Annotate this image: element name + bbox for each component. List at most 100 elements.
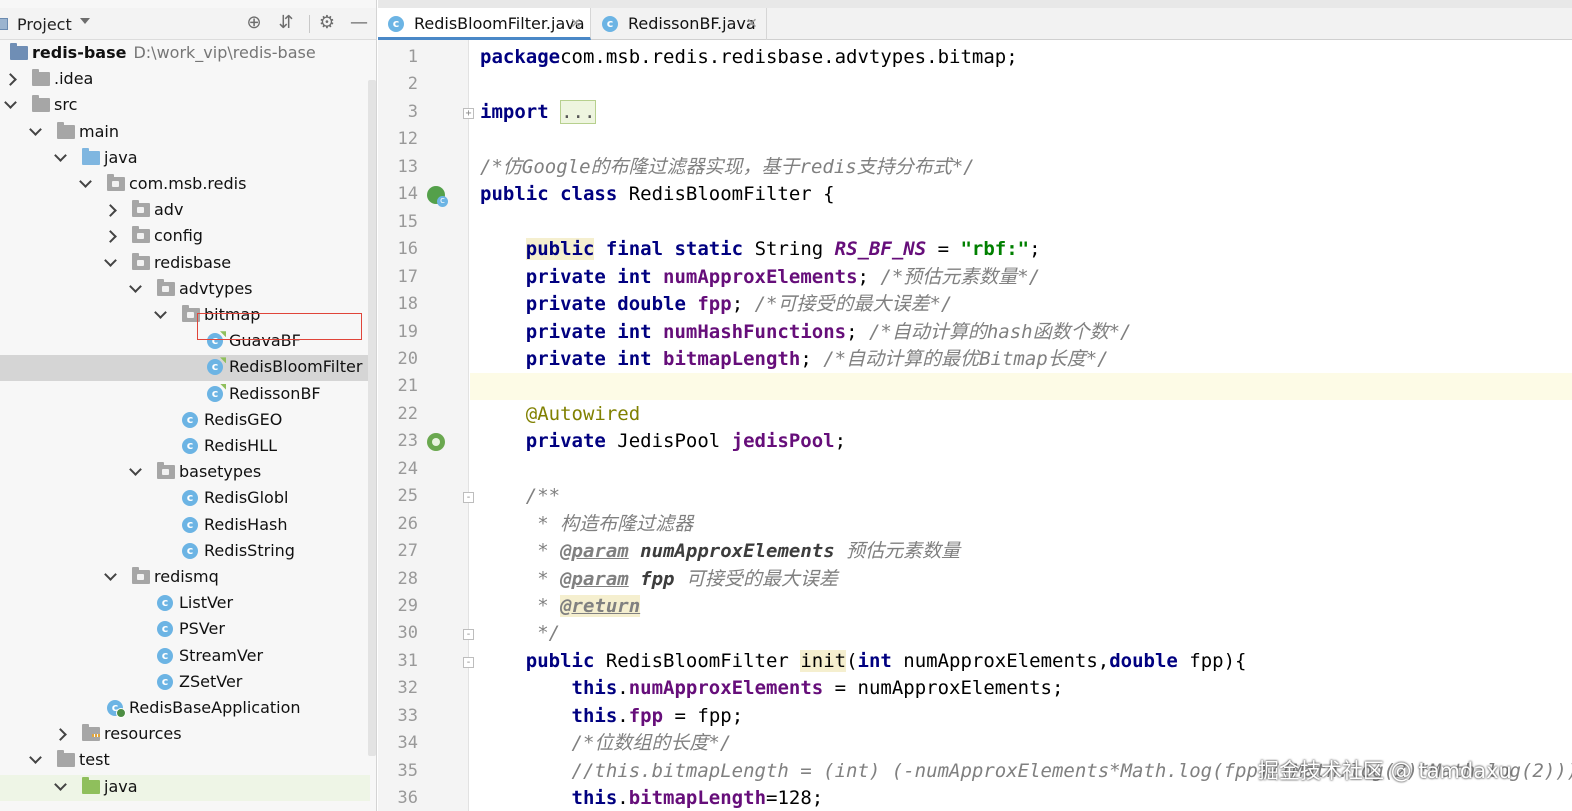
code-line[interactable]: this.numApproxElements = numApproxElemen… [470,675,1572,702]
tree-item-text: resources [104,724,182,744]
code-line[interactable] [470,71,1572,98]
tree-item[interactable]: .idea [0,67,370,93]
code-line[interactable]: */ [470,620,1572,647]
code-line[interactable]: private double fpp; /*可接受的最大误差*/ [470,291,1572,318]
close-icon[interactable]: ✕ [570,8,582,40]
code-line[interactable]: this.bitmapLength=128; [470,785,1572,811]
tree-item-text: RedisHash [204,514,288,534]
chevron-right-icon[interactable] [104,204,117,218]
code-token: . [617,677,629,700]
chevron-down-icon[interactable] [54,148,67,162]
code-line[interactable]: @Autowired [470,401,1572,428]
chevron-down-icon[interactable] [129,463,142,477]
code-line[interactable]: public final static String RS_BF_NS = "r… [470,236,1572,263]
code-token: ; [857,265,881,288]
chevron-down-icon[interactable] [79,175,92,188]
chevron-down-icon[interactable] [4,96,17,110]
tree-item[interactable]: java [0,146,370,172]
chevron-down-icon[interactable] [104,253,117,267]
tree-item[interactable]: advtypes [0,277,370,303]
tree-item[interactable]: com.msb.redis [0,172,370,198]
code-line[interactable]: private JedisPool jedisPool; [470,428,1572,455]
tree-item[interactable]: c RedissonBF [0,382,370,408]
collapse-all-icon[interactable]: ⇵ [275,12,297,34]
chevron-down-icon[interactable] [54,777,67,791]
class-icon: c [182,542,198,559]
code-line[interactable]: this.fpp = fpp; [470,703,1572,730]
code-editor[interactable]: 1 2 3 12 13 14 15 16 17 18 19 20 21 22 23 24 25 26 27 28 29 3… [378,40,1572,811]
tree-item-text: RedisBaseApplication [129,698,301,717]
code-line[interactable]: public class RedisBloomFilter { [470,181,1572,208]
close-icon[interactable]: ✕ [746,8,758,40]
tree-item[interactable]: c RedisString [0,539,370,565]
tree-scrollbar[interactable] [368,80,376,756]
tree-item[interactable]: basetypes [0,460,370,486]
code-line[interactable] [470,373,1572,401]
code-line[interactable]: private int numHashFunctions; /*自动计算的has… [470,319,1572,346]
tree-item[interactable]: c RedisHash [0,513,370,539]
code-line[interactable]: /*位数组的长度*/ [470,730,1572,757]
tree-item[interactable]: c PSVer [0,617,370,643]
tree-item[interactable]: java [0,774,370,801]
tree-item[interactable]: c RedisGlobl [0,486,370,512]
tree-item[interactable]: adv [0,198,370,224]
chevron-down-icon[interactable] [104,568,117,581]
code-line[interactable] [470,209,1572,236]
chevron-right-icon[interactable] [104,230,117,244]
code-line[interactable]: packagecom.msb.redis.redisbase.advtypes.… [470,44,1572,71]
code-line[interactable] [470,456,1572,483]
chevron-right-icon[interactable] [4,73,17,87]
code-line[interactable]: * @return [470,593,1572,620]
tree-item[interactable]: c RedisBaseApplication [0,696,370,722]
tree-item-text: ListVer [179,593,234,613]
implements-icon[interactable] [427,186,448,208]
line-number: 33 [397,705,418,726]
chevron-down-icon[interactable] [29,751,42,765]
chevron-down-icon[interactable] [154,306,167,319]
code-token: /*仿Google的布隆过滤器实现，基于redis支持分布式*/ [480,155,975,178]
project-view-selector[interactable]: Project [17,15,72,34]
tree-item[interactable]: config [0,224,370,250]
code-line[interactable]: * @param numApproxElements 预估元素数量 [470,538,1572,565]
line-number: 32 [397,678,418,699]
code-token: numApproxElements [628,677,824,700]
code-line[interactable]: private int numApproxElements; /*预估元素数量*… [470,264,1572,291]
tree-item[interactable]: src [0,93,370,119]
gear-icon[interactable]: ⚙ [316,12,338,34]
tree-item[interactable]: main [0,120,370,146]
hide-panel-icon[interactable]: — [348,12,370,34]
tree-item[interactable]: test [0,748,370,774]
code-token: . [617,704,629,727]
chevron-down-icon[interactable] [29,122,42,136]
tree-item[interactable]: resources [0,722,370,748]
locate-file-icon[interactable]: ⊕ [243,12,265,34]
code-line[interactable]: /** [470,483,1572,510]
tab-redissonbf[interactable]: c RedissonBF.java ✕ [592,8,767,40]
code-line[interactable]: public RedisBloomFilter init(int numAppr… [470,648,1572,675]
chevron-down-icon[interactable] [80,18,90,24]
tree-item[interactable]: c ZSetVer [0,670,370,696]
tree-item[interactable]: redisbase [0,251,370,277]
code-line[interactable]: * @param fpp 可接受的最大误差 [470,566,1572,593]
tree-item[interactable]: c ListVer [0,591,370,617]
tree-item[interactable]: redismq [0,565,370,591]
chevron-right-icon[interactable] [54,728,67,742]
code-line[interactable]: private int bitmapLength; /*自动计算的最优Bitma… [470,346,1572,373]
code-token: . [617,787,629,810]
code-line[interactable]: import ... [470,99,1572,126]
tree-item[interactable]: redis-base D:\work_vip\redis-base [0,41,370,67]
tree-item[interactable]: c StreamVer [0,644,370,670]
tree-item[interactable]: c RedisGEO [0,408,370,434]
class-icon: c [602,16,618,32]
tree-item[interactable]: c RedisBloomFilter [0,355,370,382]
tab-redisbloomfilter[interactable]: c RedisBloomFilter.java ✕ [378,8,591,40]
bean-navigation-icon[interactable] [427,433,445,452]
code-line[interactable]: /*仿Google的布隆过滤器实现，基于redis支持分布式*/ [470,154,1572,181]
code-area[interactable]: packagecom.msb.redis.redisbase.advtypes.… [470,40,1572,811]
tree-item[interactable]: c RedisHLL [0,434,370,460]
chevron-down-icon[interactable] [129,279,142,293]
code-line[interactable] [470,126,1572,153]
spring-boot-class-icon: c [107,700,126,718]
code-line[interactable]: * 构造布隆过滤器 [470,511,1572,538]
